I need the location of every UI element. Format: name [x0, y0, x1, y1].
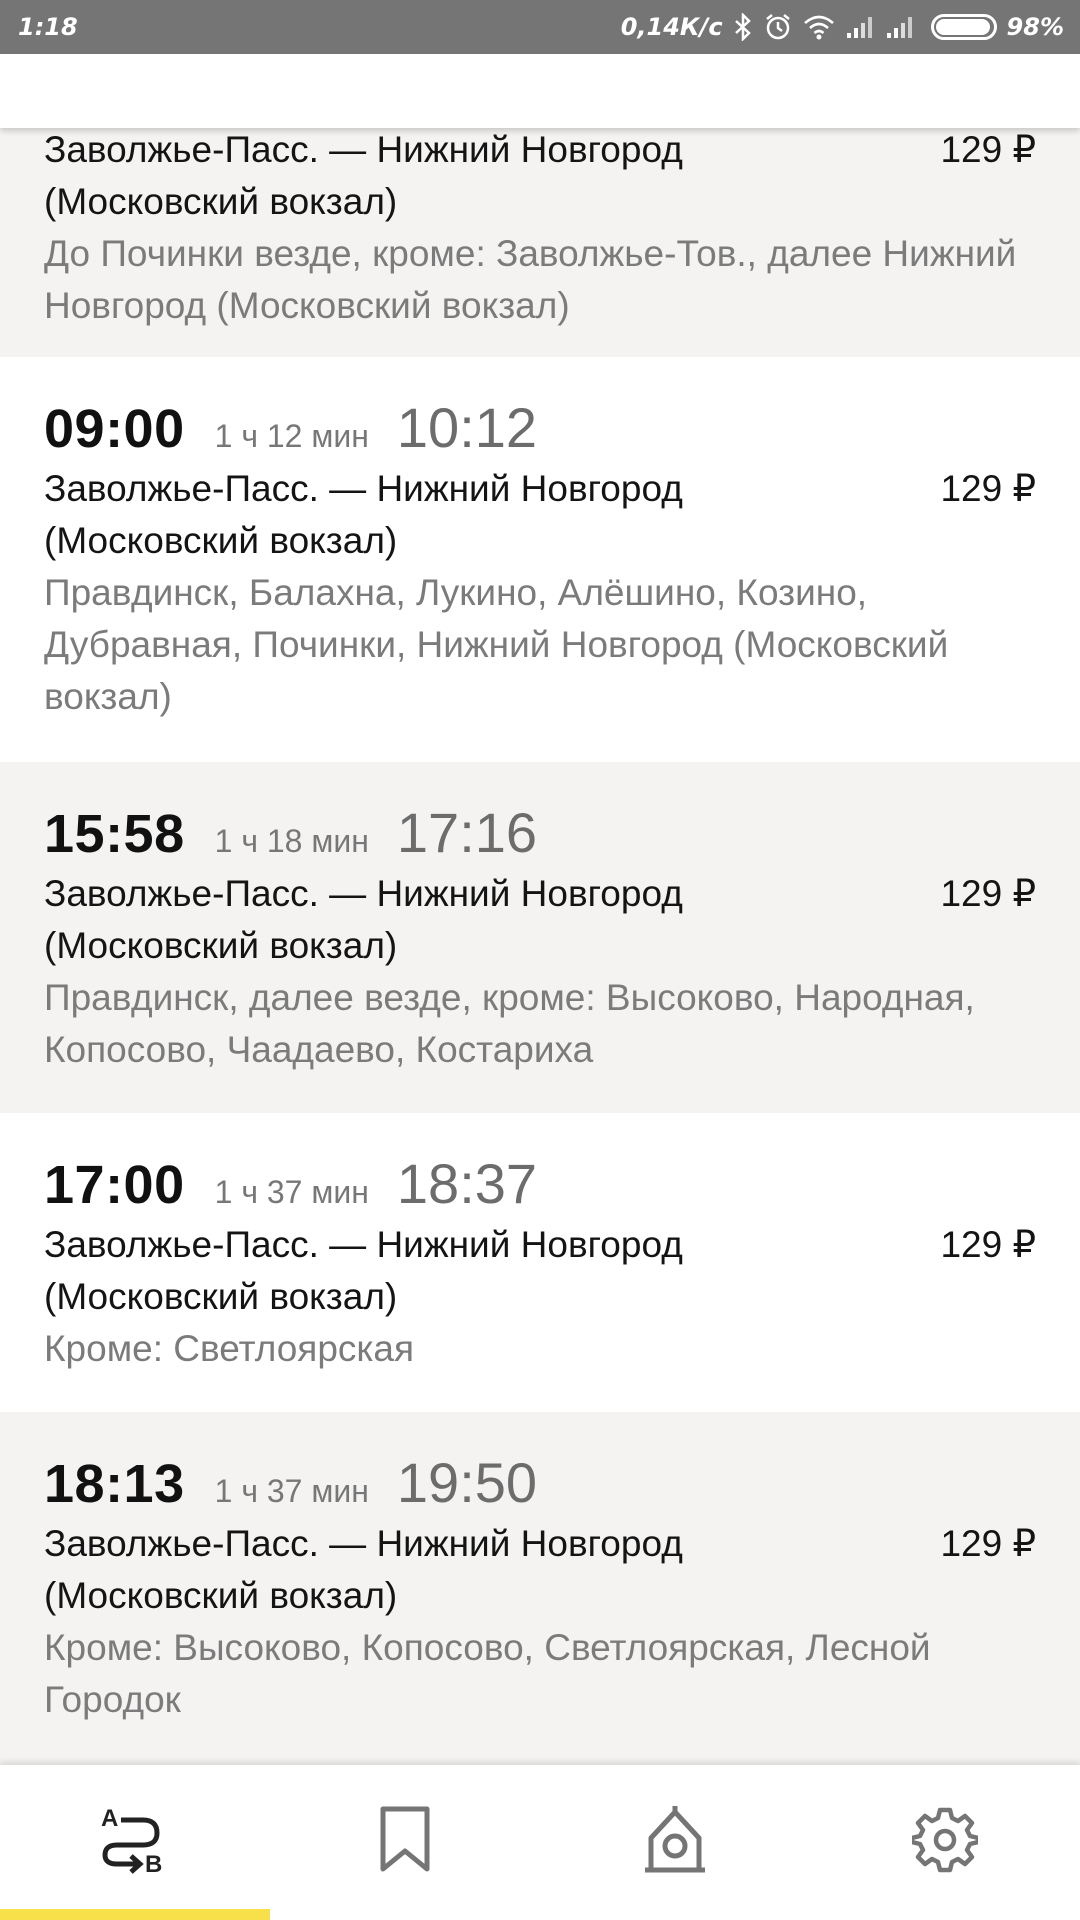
route-name: Заволжье-Пасс. — Нижний Новгород (Москов… — [44, 868, 784, 972]
status-indicators: 0,14К/с 98% — [621, 12, 1064, 42]
price: 129 ₽ — [940, 1224, 1036, 1265]
route-line-1: Заволжье-Пасс. — Нижний Новгород — [44, 1224, 683, 1265]
route-line-2: (Московский вокзал) — [44, 925, 398, 966]
bottom-navigation: A B — [0, 1765, 1080, 1920]
departure-time: 17:00 — [44, 1155, 185, 1215]
route-name: Заволжье-Пасс. — Нижний Новгород (Москов… — [44, 124, 784, 228]
svg-text:A: A — [101, 1805, 118, 1832]
signal-icon — [885, 15, 915, 39]
nav-bookmarks[interactable] — [270, 1765, 540, 1920]
route-row: Заволжье-Пасс. — Нижний Новгород (Москов… — [44, 1518, 1036, 1622]
trip-item[interactable]: 18:13 1 ч 37 мин 19:50 Заволжье-Пасс. — … — [0, 1412, 1080, 1772]
route-row: Заволжье-Пасс. — Нижний Новгород (Москов… — [44, 1219, 1036, 1323]
trip-item[interactable]: 17:00 1 ч 37 мин 18:37 Заволжье-Пасс. — … — [0, 1113, 1080, 1412]
trip-duration: 1 ч 37 мин — [214, 1174, 369, 1210]
trip-item[interactable]: 09:00 1 ч 12 мин 10:12 Заволжье-Пасс. — … — [0, 357, 1080, 762]
route-line-2: (Московский вокзал) — [44, 181, 398, 222]
battery-percent: 98% — [1006, 13, 1064, 41]
route-row: Заволжье-Пасс. — Нижний Новгород (Москов… — [44, 463, 1036, 567]
station-icon — [643, 1804, 707, 1881]
trip-times: 15:58 1 ч 18 мин 17:16 — [44, 800, 1036, 868]
status-time: 1:18 — [18, 13, 78, 41]
nav-route-search[interactable]: A B — [0, 1765, 270, 1920]
departure-time: 15:58 — [44, 804, 185, 864]
route-a-to-b-icon: A B — [95, 1802, 175, 1883]
arrival-time: 18:37 — [396, 1152, 538, 1215]
gear-icon — [909, 1807, 981, 1878]
route-line-2: (Московский вокзал) — [44, 1276, 398, 1317]
trip-times: 17:00 1 ч 37 мин 18:37 — [44, 1151, 1036, 1219]
trip-times: 09:00 1 ч 12 мин 10:12 — [44, 395, 1036, 463]
bookmark-icon — [377, 1805, 433, 1880]
stops-description: Кроме: Светлоярская — [44, 1328, 415, 1369]
network-speed: 0,14К/с — [620, 13, 723, 41]
active-tab-indicator — [0, 1909, 270, 1920]
arrival-time: 19:50 — [396, 1451, 538, 1514]
route-line-1: Заволжье-Пасс. — Нижний Новгород — [44, 129, 683, 170]
trip-times: 18:13 1 ч 37 мин 19:50 — [44, 1450, 1036, 1518]
nav-stations[interactable] — [540, 1765, 810, 1920]
departure-time: 18:13 — [44, 1454, 185, 1514]
departure-time: 09:00 — [44, 399, 185, 459]
stops-description: Правдинск, далее везде, кроме: Высоково,… — [44, 977, 975, 1070]
arrival-time: 10:12 — [396, 396, 538, 459]
arrival-time: 17:16 — [396, 801, 538, 864]
price: 129 ₽ — [940, 1523, 1036, 1564]
stops-description: Правдинск, Балахна, Лукино, Алёшино, Коз… — [44, 572, 949, 717]
trip-item[interactable]: Заволжье-Пасс. — Нижний Новгород (Москов… — [0, 124, 1080, 357]
wifi-icon — [803, 14, 835, 40]
route-row: Заволжье-Пасс. — Нижний Новгород (Москов… — [44, 868, 1036, 972]
route-line-2: (Московский вокзал) — [44, 520, 398, 561]
route-name: Заволжье-Пасс. — Нижний Новгород (Москов… — [44, 1219, 784, 1323]
route-name: Заволжье-Пасс. — Нижний Новгород (Москов… — [44, 1518, 784, 1622]
signal-icon — [845, 15, 875, 39]
route-line-1: Заволжье-Пасс. — Нижний Новгород — [44, 1523, 683, 1564]
route-line-2: (Московский вокзал) — [44, 1575, 398, 1616]
stops-description: До Починки везде, кроме: Заволжье-Тов., … — [44, 233, 1017, 326]
app-root: 1:18 0,14К/с 98% Заволжье-Пасс. — Нижний… — [0, 0, 1080, 1920]
route-line-1: Заволжье-Пасс. — Нижний Новгород — [44, 468, 683, 509]
trip-duration: 1 ч 18 мин — [214, 823, 369, 859]
price: 129 ₽ — [940, 129, 1036, 170]
app-bar — [0, 54, 1080, 128]
trip-list: Заволжье-Пасс. — Нижний Новгород (Москов… — [0, 124, 1080, 1772]
price: 129 ₽ — [940, 468, 1036, 509]
trip-duration: 1 ч 12 мин — [214, 418, 369, 454]
route-line-1: Заволжье-Пасс. — Нижний Новгород — [44, 873, 683, 914]
battery-icon — [930, 14, 997, 40]
trip-item[interactable]: 15:58 1 ч 18 мин 17:16 Заволжье-Пасс. — … — [0, 762, 1080, 1113]
trip-duration: 1 ч 37 мин — [214, 1473, 369, 1509]
route-name: Заволжье-Пасс. — Нижний Новгород (Москов… — [44, 463, 784, 567]
stops-description: Кроме: Высоково, Копосово, Светлоярская,… — [44, 1627, 931, 1720]
status-bar: 1:18 0,14К/с 98% — [0, 0, 1080, 54]
svg-text:B: B — [145, 1851, 162, 1878]
bluetooth-icon — [733, 13, 753, 41]
route-row: Заволжье-Пасс. — Нижний Новгород (Москов… — [44, 124, 1036, 228]
nav-settings[interactable] — [810, 1765, 1080, 1920]
alarm-icon — [763, 12, 793, 42]
price: 129 ₽ — [940, 873, 1036, 914]
